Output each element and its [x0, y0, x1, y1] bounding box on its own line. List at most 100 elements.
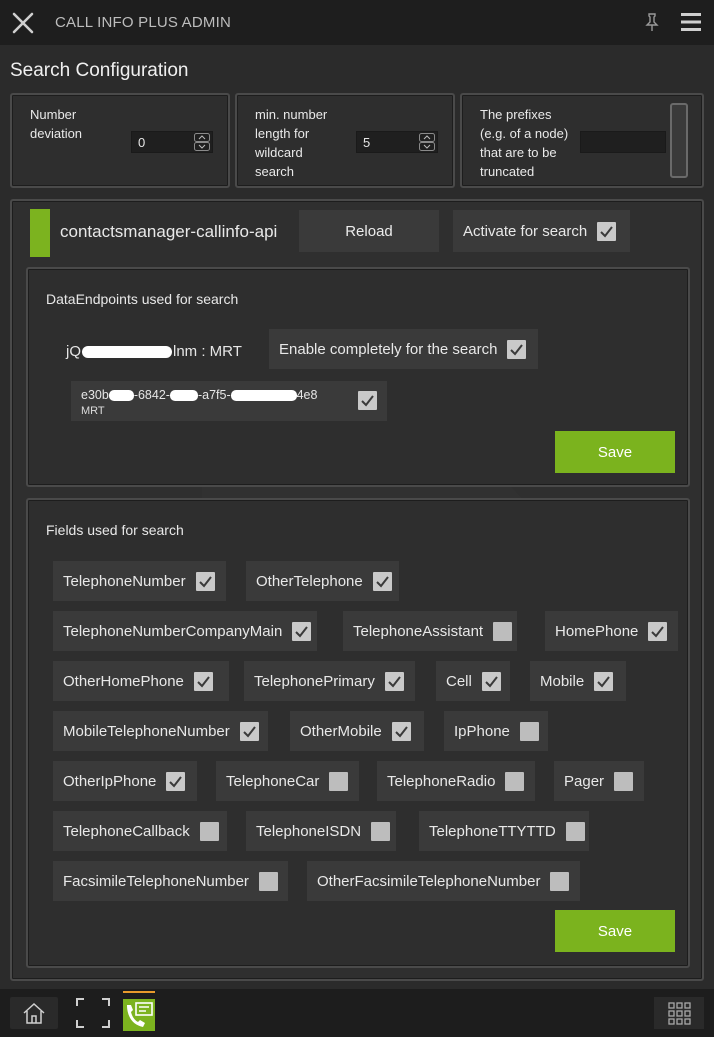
save-endpoints-button[interactable]: Save: [555, 431, 675, 473]
source-panel: contactsmanager-callinfo-api Reload Acti…: [10, 199, 704, 981]
redaction-bar: [108, 390, 134, 402]
dataendpoints-title: DataEndpoints used for search: [46, 291, 239, 307]
field-chip-label: TelephoneNumberCompanyMain: [63, 622, 283, 640]
checkbox[interactable]: [166, 771, 186, 791]
enable-completely-toggle[interactable]: Enable completely for the search: [269, 329, 538, 369]
field-chip[interactable]: TelephoneNumber: [53, 561, 226, 601]
field-chip-label: TelephoneCar: [226, 772, 320, 790]
checkbox[interactable]: [597, 221, 617, 241]
field-chip[interactable]: TelephoneAssistant: [343, 611, 517, 651]
field-chip[interactable]: IpPhone: [444, 711, 548, 751]
checkbox[interactable]: [648, 621, 668, 641]
endpoint-id-item[interactable]: e30b -6842- -a7f5- 4e8 MRT: [71, 381, 387, 421]
field-chip-label: OtherIpPhone: [63, 772, 157, 790]
field-chip[interactable]: Mobile: [530, 661, 626, 701]
field-chip[interactable]: OtherHomePhone: [53, 661, 229, 701]
field-chip-label: TelephoneCallback: [63, 822, 190, 840]
fields-panel: Fields used for search TelephoneNumber Ot…: [26, 498, 690, 968]
endpoint-name-start: jQ: [66, 343, 81, 360]
field-chip[interactable]: TelephoneCar: [216, 761, 359, 801]
source-name: contactsmanager-callinfo-api: [60, 222, 278, 241]
field-chip[interactable]: TelephoneNumberCompanyMain: [53, 611, 317, 651]
field-chip[interactable]: TelephoneRadio: [377, 761, 535, 801]
checkbox[interactable]: [481, 671, 501, 691]
checkbox[interactable]: [358, 391, 377, 410]
label-line: search: [255, 164, 295, 179]
spinner-arrows-icon[interactable]: [419, 133, 435, 151]
close-icon[interactable]: [10, 10, 36, 36]
checkbox[interactable]: [565, 821, 585, 841]
prefixes-card: The prefixes (e.g. of a node) that are t…: [460, 93, 704, 188]
prefixes-input[interactable]: [580, 131, 666, 153]
label-line: length for: [255, 126, 310, 141]
number-deviation-input[interactable]: 0: [131, 131, 213, 153]
fields-title: Fields used for search: [46, 522, 184, 538]
hamburger-menu-icon[interactable]: [680, 12, 702, 32]
field-chip[interactable]: TelephonePrimary: [244, 661, 415, 701]
checkbox[interactable]: [329, 771, 349, 791]
label-line: The prefixes: [480, 107, 552, 122]
home-icon[interactable]: [10, 997, 58, 1029]
prefixes-label: The prefixes (e.g. of a node) that are t…: [480, 105, 568, 181]
field-chip[interactable]: MobileTelephoneNumber: [53, 711, 268, 751]
label-line: truncated: [480, 164, 535, 179]
checkbox[interactable]: [193, 671, 213, 691]
id-part: -a7f5-: [197, 388, 231, 402]
label-line: Number: [30, 107, 77, 122]
redaction-bar: [82, 346, 172, 359]
checkbox[interactable]: [384, 671, 404, 691]
grid-icon[interactable]: [654, 997, 704, 1029]
field-chip[interactable]: OtherFacsimileTelephoneNumber: [307, 861, 580, 901]
app-title: CALL INFO PLUS ADMIN: [55, 14, 231, 31]
field-chip-label: Cell: [446, 672, 472, 690]
checkbox[interactable]: [614, 771, 634, 791]
reload-button[interactable]: Reload: [299, 210, 439, 252]
field-chip[interactable]: OtherTelephone: [246, 561, 399, 601]
label-line: wildcard: [255, 145, 303, 160]
checkbox[interactable]: [493, 621, 513, 641]
checkbox[interactable]: [292, 621, 312, 641]
save-fields-button[interactable]: Save: [555, 910, 675, 952]
activate-for-search-toggle[interactable]: Activate for search: [453, 210, 630, 252]
field-chip[interactable]: OtherIpPhone: [53, 761, 197, 801]
field-chip-label: Mobile: [540, 672, 585, 690]
checkbox[interactable]: [199, 821, 219, 841]
field-chip[interactable]: HomePhone: [545, 611, 678, 651]
checkbox[interactable]: [505, 771, 525, 791]
checkbox[interactable]: [519, 721, 539, 741]
fullscreen-icon[interactable]: [74, 996, 112, 1030]
field-chip-label: TelephoneISDN: [256, 822, 362, 840]
checkbox[interactable]: [371, 821, 391, 841]
label-line: (e.g. of a node): [480, 126, 569, 141]
checkbox[interactable]: [258, 871, 278, 891]
min-length-value: 5: [363, 135, 371, 150]
field-chip-label: OtherMobile: [300, 722, 382, 740]
field-chip[interactable]: Cell: [436, 661, 510, 701]
activate-for-search-label: Activate for search: [463, 222, 588, 240]
spinner-arrows-icon[interactable]: [194, 133, 210, 151]
checkbox[interactable]: [391, 721, 411, 741]
callinfo-app-icon[interactable]: [123, 991, 155, 1031]
field-chip[interactable]: TelephoneISDN: [246, 811, 396, 851]
field-chip[interactable]: Pager: [554, 761, 644, 801]
checkbox[interactable]: [239, 721, 259, 741]
scrollbar[interactable]: [670, 103, 688, 178]
field-chip-label: OtherFacsimileTelephoneNumber: [317, 872, 541, 890]
pin-icon[interactable]: [643, 12, 661, 32]
min-length-input[interactable]: 5: [356, 131, 438, 153]
checkbox[interactable]: [594, 671, 614, 691]
field-chip-label: TelephoneTTYTTD: [429, 822, 556, 840]
redaction-bar: [230, 390, 297, 402]
checkbox[interactable]: [550, 871, 570, 891]
label-line: min. number: [255, 107, 328, 122]
number-deviation-label: Number deviation: [30, 105, 82, 143]
checkbox[interactable]: [507, 339, 527, 359]
field-chip[interactable]: TelephoneCallback: [53, 811, 227, 851]
checkbox[interactable]: [372, 571, 392, 591]
field-chip[interactable]: TelephoneTTYTTD: [419, 811, 589, 851]
endpoint-id-sub: MRT: [81, 405, 105, 417]
field-chip[interactable]: FacsimileTelephoneNumber: [53, 861, 288, 901]
checkbox[interactable]: [195, 571, 215, 591]
field-chip-label: Pager: [564, 772, 605, 790]
field-chip[interactable]: OtherMobile: [290, 711, 424, 751]
